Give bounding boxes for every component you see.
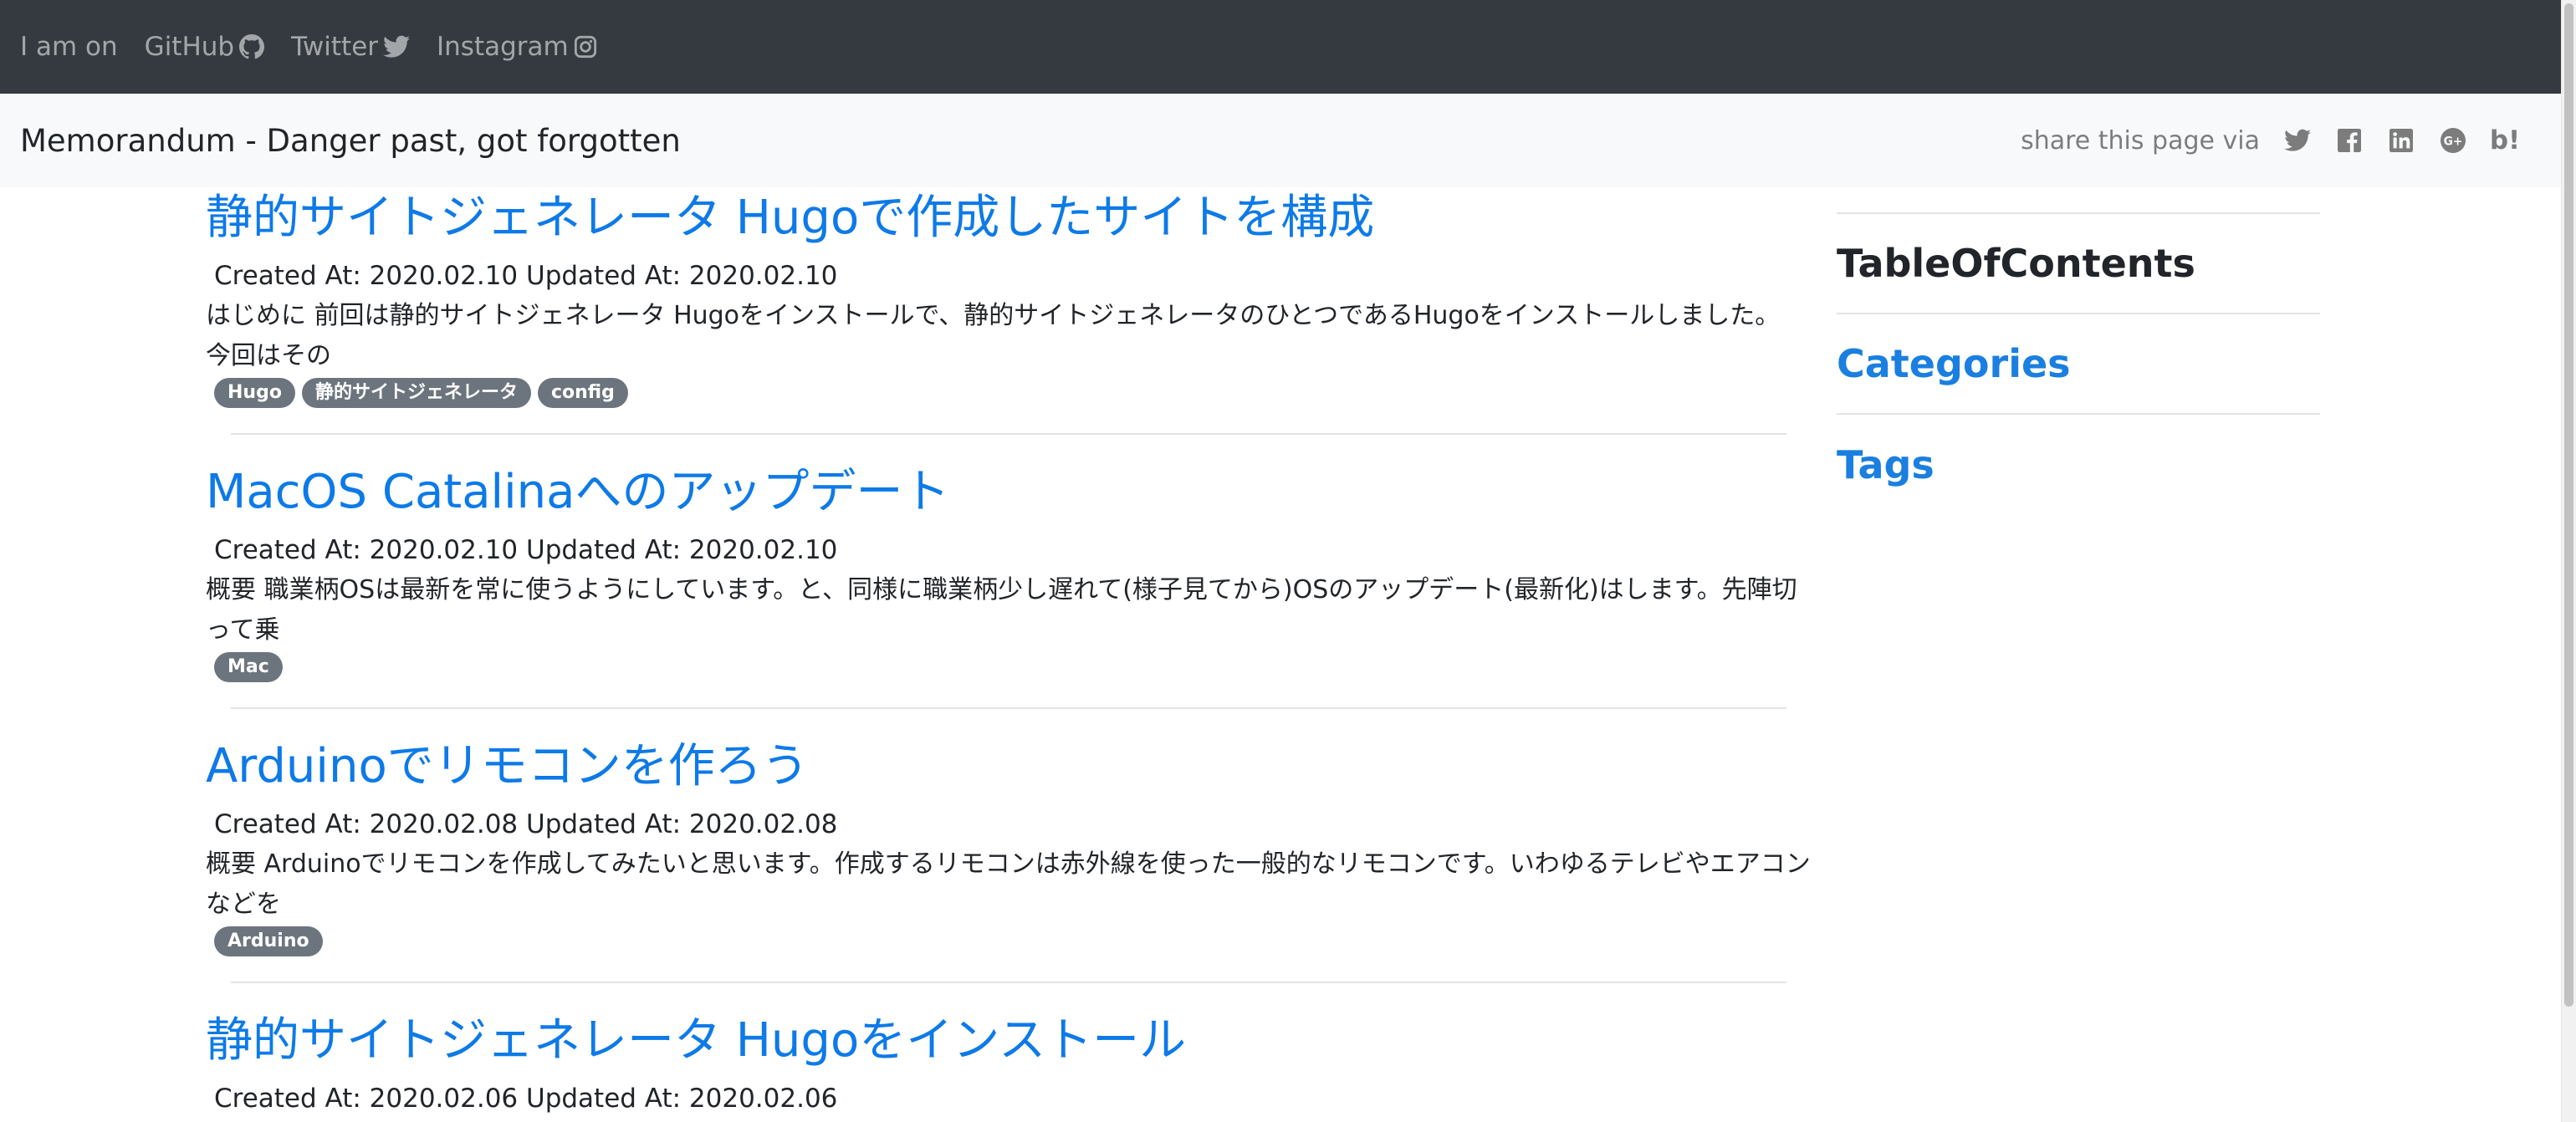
share-facebook-icon[interactable] (2335, 126, 2364, 155)
post-dates: Created At: 2020.02.08 Updated At: 2020.… (214, 809, 838, 839)
post-title-link[interactable]: 静的サイトジェネレータ Hugoで作成したサイトを構成 (206, 189, 1812, 247)
nav-intro: I am on (20, 32, 118, 62)
nav-link-github[interactable]: GitHub (144, 32, 265, 62)
tag-badge[interactable]: 静的サイトジェネレータ (301, 378, 531, 408)
post-tags: Arduino (214, 926, 1812, 956)
post-excerpt: はじめに 前回は静的サイトジェネレータ Hugoをインストールで、静的サイトジェ… (206, 301, 1781, 370)
share-twitter-icon[interactable] (2283, 126, 2312, 155)
post-tags: Hugo 静的サイトジェネレータ config (214, 378, 1812, 408)
post-divider (231, 982, 1786, 983)
post-item: MacOS Catalinaへのアップデート Created At: 2020.… (206, 463, 1812, 709)
post-divider (231, 707, 1786, 709)
instagram-icon (574, 35, 596, 59)
sidebar-categories-link[interactable]: Categories (1837, 314, 2320, 415)
post-title-link[interactable]: 静的サイトジェネレータ Hugoをインストール (206, 1012, 1812, 1070)
share-bar: share this page via G+ b! (2021, 125, 2520, 156)
site-brand[interactable]: Memorandum - Danger past, got forgotten (20, 123, 681, 159)
top-navbar: I am on GitHub Twitter Instagram (0, 0, 2561, 94)
sidebar-table-of-contents: TableOfContents (1837, 214, 2320, 314)
share-hatena-bookmark-icon[interactable]: b! (2490, 125, 2520, 156)
github-icon (239, 34, 265, 59)
sidebar-tags-link[interactable]: Tags (1837, 415, 2320, 515)
post-dates: Created At: 2020.02.10 Updated At: 2020.… (214, 261, 838, 291)
scrollbar-thumb[interactable] (2564, 3, 2573, 1007)
nav-link-github-label: GitHub (144, 32, 235, 62)
post-list: 静的サイトジェネレータ Hugoで作成したサイトを構成 Created At: … (206, 187, 1812, 1115)
post-excerpt: 概要 職業柄OSは最新を常に使うようにしています。と、同様に職業柄少し遅れて(様… (206, 575, 1797, 645)
nav-link-instagram[interactable]: Instagram (437, 32, 597, 62)
nav-link-instagram-label: Instagram (437, 32, 569, 62)
site-header: Memorandum - Danger past, got forgotten … (0, 94, 2561, 187)
post-title-link[interactable]: MacOS Catalinaへのアップデート (206, 463, 1812, 522)
twitter-icon (383, 35, 411, 58)
sidebar: TableOfContents Categories Tags (1837, 212, 2320, 515)
nav-link-twitter-label: Twitter (291, 32, 379, 62)
post-title-link[interactable]: Arduinoでリモコンを作ろう (206, 737, 1812, 796)
post-divider (231, 433, 1786, 435)
tag-badge[interactable]: config (537, 378, 628, 408)
post-item: 静的サイトジェネレータ Hugoで作成したサイトを構成 Created At: … (206, 189, 1812, 435)
post-dates: Created At: 2020.02.06 Updated At: 2020.… (214, 1084, 838, 1114)
tag-badge[interactable]: Mac (214, 652, 283, 682)
tag-badge[interactable]: Hugo (214, 378, 295, 408)
share-google-plus-icon[interactable]: G+ (2439, 126, 2467, 155)
nav-link-twitter[interactable]: Twitter (291, 32, 411, 62)
page-scrollbar[interactable] (2561, 0, 2576, 1122)
post-dates: Created At: 2020.02.10 Updated At: 2020.… (214, 535, 838, 565)
svg-text:G+: G+ (2444, 135, 2463, 149)
post-tags: Mac (214, 652, 1812, 682)
share-label: share this page via (2021, 125, 2260, 156)
post-excerpt: 概要 Arduinoでリモコンを作成してみたいと思います。作成するリモコンは赤外… (206, 849, 1811, 919)
post-item: 静的サイトジェネレータ Hugoをインストール Created At: 2020… (206, 1012, 1812, 1115)
share-linkedin-icon[interactable] (2387, 126, 2415, 155)
post-item: Arduinoでリモコンを作ろう Created At: 2020.02.08 … (206, 737, 1812, 983)
tag-badge[interactable]: Arduino (214, 926, 323, 956)
